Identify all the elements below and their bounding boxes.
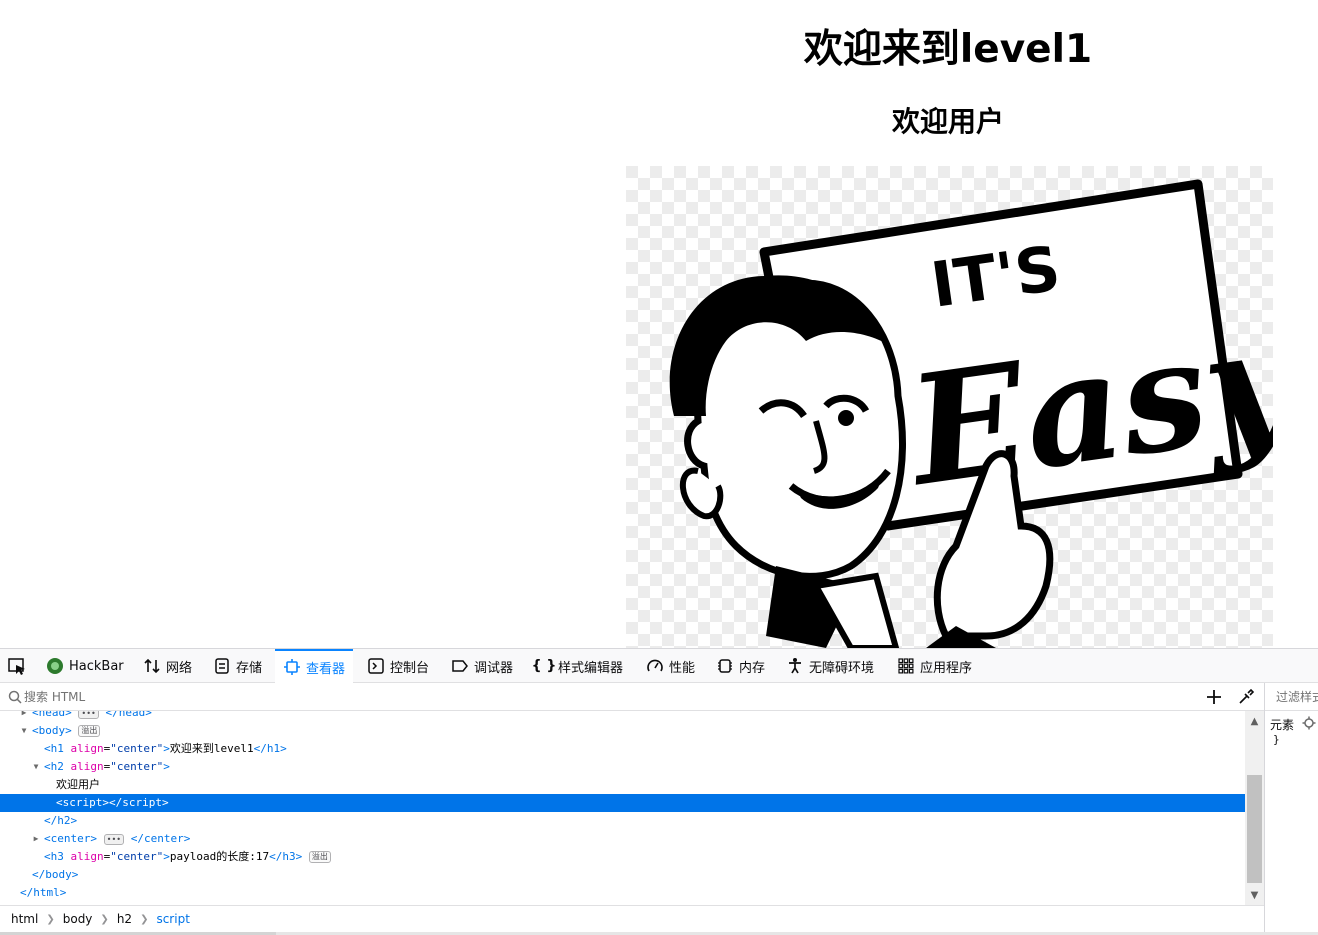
tab-label: 存储 (236, 660, 263, 676)
tab-application[interactable]: 应用程序 (897, 649, 972, 683)
accessibility-icon (786, 657, 804, 675)
application-icon (897, 657, 915, 675)
memory-icon (716, 657, 734, 675)
page-subheading-welcome: 欢迎用户 (891, 105, 1004, 138)
scroll-up-icon[interactable]: ▲ (1245, 713, 1264, 729)
debugger-icon (451, 657, 469, 675)
expand-arrow-icon[interactable]: ▶ (19, 711, 29, 722)
element-picker-button[interactable] (6, 656, 28, 676)
tab-label: 控制台 (390, 660, 430, 676)
add-node-button[interactable] (1205, 688, 1223, 706)
tab-label: 调试器 (474, 660, 514, 676)
devtools-panel: HackBar 网络 存储 查看器 控制台 调试器 {} 样式编辑器 性能 内… (0, 648, 1318, 935)
tree-node-h1[interactable]: <h1 align="center">欢迎来到level1</h1> (0, 740, 1245, 758)
search-icon (8, 690, 22, 704)
tree-node-script-selected[interactable]: <script></script> (0, 794, 1245, 812)
collapsed-dots[interactable]: ••• (78, 711, 99, 719)
eyedropper-button[interactable] (1237, 688, 1255, 706)
tree-node-body-close[interactable]: </body> (0, 866, 1245, 884)
tab-console[interactable]: 控制台 (367, 649, 429, 683)
tab-label: 性能 (669, 660, 696, 676)
tab-label: HackBar (69, 658, 124, 674)
tree-node-h3[interactable]: <h3 align="center">payload的长度:17</h3> 溢出 (0, 848, 1245, 866)
tab-accessibility[interactable]: 无障碍环境 (786, 649, 874, 683)
overflow-badge[interactable]: 溢出 (78, 725, 101, 737)
tab-network[interactable]: 网络 (143, 649, 192, 683)
network-icon (143, 657, 161, 675)
filter-styles-label: 过滤样式 (1276, 690, 1318, 704)
devtools-toolbar: HackBar 网络 存储 查看器 控制台 调试器 {} 样式编辑器 性能 内… (0, 649, 1318, 683)
tree-node-h2-close[interactable]: </h2> (0, 812, 1245, 830)
hackbar-icon (46, 657, 64, 675)
tab-label: 无障碍环境 (809, 660, 875, 676)
tree-node-body[interactable]: ▼ <body> 溢出 (0, 722, 1245, 740)
rules-sidepanel: 过滤样式 元素 } (1264, 683, 1318, 932)
overflow-badge[interactable]: 溢出 (308, 851, 331, 863)
expand-arrow-icon[interactable]: ▶ (31, 830, 41, 848)
tab-label: 网络 (166, 660, 193, 676)
its-easy-image: IT'S Easy (626, 166, 1273, 648)
performance-icon (646, 657, 664, 675)
tab-inspector[interactable]: 查看器 (275, 649, 354, 683)
style-editor-icon: { } (531, 658, 557, 674)
eyedropper-icon (1239, 688, 1255, 704)
chevron-right-icon: ❯ (46, 913, 55, 925)
tree-node-html-close[interactable]: </html> (0, 884, 1245, 902)
tab-label: 应用程序 (920, 660, 973, 676)
scrollbar-thumb[interactable] (1247, 775, 1262, 883)
breadcrumb: html ❯ body ❯ h2 ❯ script (0, 905, 1264, 932)
rule-close-brace: } (1273, 733, 1280, 746)
element-picker-icon (8, 658, 25, 675)
markup-tree[interactable]: ▶ <head> ••• </head> ▼ <body> 溢出 <h1 ali… (0, 711, 1245, 905)
storage-icon (213, 657, 231, 675)
tab-label: 样式编辑器 (558, 660, 624, 676)
gear-icon[interactable] (1302, 716, 1316, 730)
tab-label: 内存 (739, 660, 766, 676)
tree-node-h2[interactable]: ▼ <h2 align="center"> (0, 758, 1245, 776)
tree-node-center[interactable]: ▶ <center> ••• </center> (0, 830, 1245, 848)
inspector-icon (283, 658, 301, 676)
scroll-down-icon[interactable]: ▼ (1245, 887, 1264, 903)
breadcrumb-h2[interactable]: h2 (117, 912, 136, 926)
plus-icon (1207, 690, 1221, 704)
tree-node-text[interactable]: 欢迎用户 (0, 776, 1245, 794)
tab-label: 查看器 (306, 661, 346, 677)
tree-node-head[interactable]: ▶ <head> ••• </head> (0, 711, 1245, 722)
chevron-right-icon: ❯ (140, 913, 149, 925)
chevron-right-icon: ❯ (100, 913, 109, 925)
markup-search-bar (0, 683, 1264, 711)
breadcrumb-html[interactable]: html (11, 912, 42, 926)
console-icon (367, 657, 385, 675)
page-heading-level1: 欢迎来到level1 (803, 27, 1093, 72)
breadcrumb-script[interactable]: script (156, 912, 193, 926)
tab-debugger[interactable]: 调试器 (451, 649, 513, 683)
search-html-input[interactable] (24, 687, 1184, 707)
tab-memory[interactable]: 内存 (716, 649, 765, 683)
tab-performance[interactable]: 性能 (646, 649, 695, 683)
tab-hackbar[interactable]: HackBar (46, 649, 124, 683)
breadcrumb-body[interactable]: body (63, 912, 97, 926)
collapse-arrow-icon[interactable]: ▼ (19, 722, 29, 740)
collapse-arrow-icon[interactable]: ▼ (31, 758, 41, 776)
filter-styles-bar[interactable]: 过滤样式 (1265, 683, 1318, 711)
tab-style-editor[interactable]: { } 样式编辑器 (531, 649, 624, 683)
page-viewport: 欢迎来到level1 欢迎用户 IT'S Easy (0, 0, 1318, 648)
markup-scrollbar[interactable]: ▲ ▼ (1245, 711, 1264, 905)
element-rule-label: 元素 (1270, 718, 1295, 732)
collapsed-dots[interactable]: ••• (103, 833, 125, 845)
tab-storage[interactable]: 存储 (213, 649, 262, 683)
